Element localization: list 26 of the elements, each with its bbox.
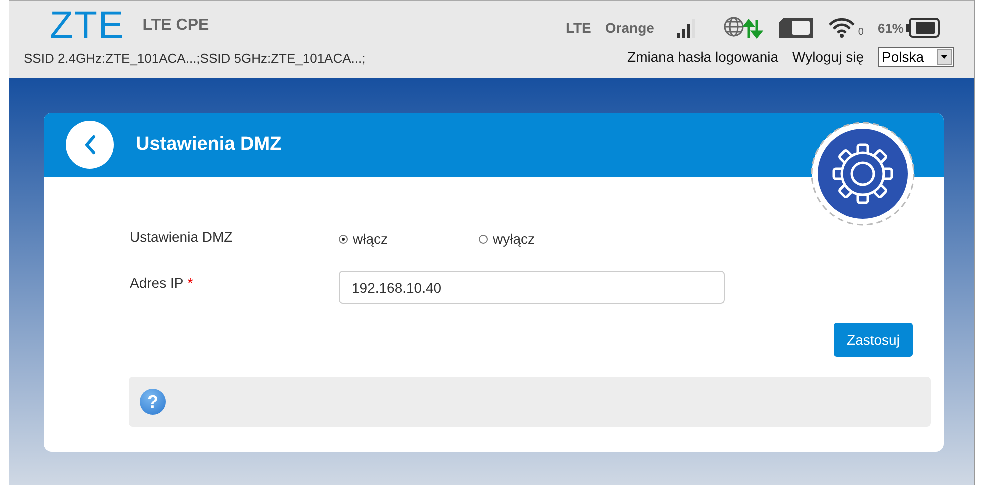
radio-option[interactable]: włącz [339, 227, 479, 247]
radio-option[interactable]: wyłącz [479, 227, 619, 247]
battery-icon [906, 18, 940, 38]
wifi-client-count: 0 [858, 27, 864, 38]
language-select[interactable]: Polska [878, 47, 954, 67]
product-name: LTE CPE [142, 17, 210, 35]
gear-icon [810, 121, 916, 227]
network-type: LTE [566, 20, 592, 36]
operator-name: Orange [605, 20, 654, 36]
apply-button[interactable]: Zastosuj [834, 323, 913, 357]
field-label: Adres IP [130, 275, 184, 291]
chevron-left-icon [84, 135, 96, 155]
battery-percent: 61% [878, 20, 904, 36]
field-label: Ustawienia DMZ [130, 228, 234, 245]
caret-icon [941, 55, 948, 59]
globe-data-icon [724, 16, 764, 40]
ssid-text: SSID 2.4GHz:ZTE_101ACA...;SSID 5GHz:ZTE_101ACA...; [24, 51, 366, 66]
header-link[interactable]: Zmiana hasła logowania [628, 49, 779, 65]
ip-address-field[interactable]: 192.168.10.40 [339, 271, 725, 304]
required-mark: * [188, 275, 194, 291]
brand-logo: ZTE [50, 9, 125, 43]
back-button[interactable] [66, 121, 114, 169]
page-title: Ustawienia DMZ [136, 134, 282, 156]
wifi-icon [828, 17, 856, 39]
sim-card-icon [778, 17, 814, 39]
header-link[interactable]: Wyloguj się [792, 49, 864, 65]
